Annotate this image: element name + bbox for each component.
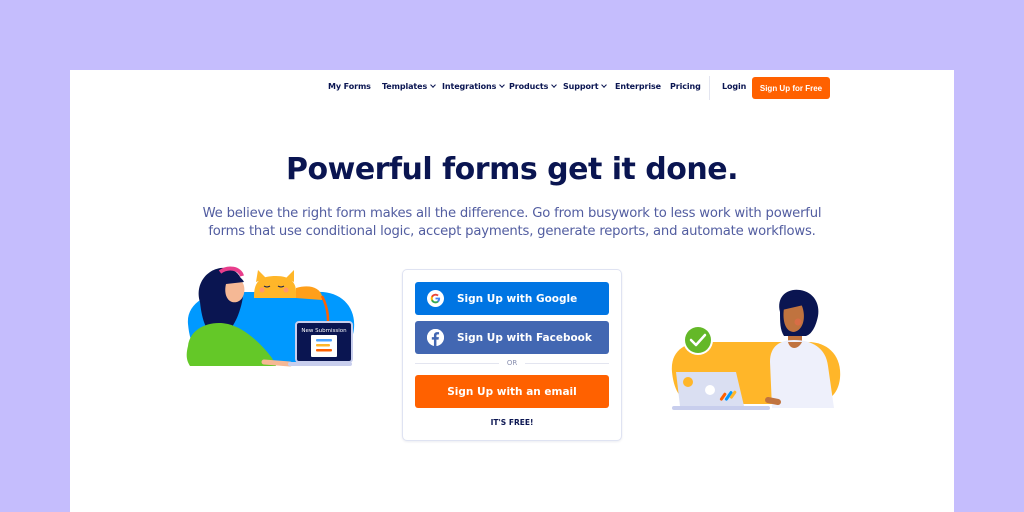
nav-integrations[interactable]: Integrations — [442, 82, 506, 91]
page-panel: My Forms Templates Integrations Products… — [70, 70, 954, 512]
laptop-screen-label: New Submission — [301, 328, 347, 334]
nav-divider — [709, 76, 710, 100]
or-separator: OR — [415, 358, 609, 368]
google-icon — [427, 290, 444, 307]
hero-subtitle-line: We believe the right form makes all the … — [202, 206, 822, 221]
chevron-down-icon — [601, 82, 608, 88]
signup-google-button[interactable]: Sign Up with Google — [415, 282, 609, 315]
chevron-down-icon — [551, 82, 558, 88]
nav-enterprise[interactable]: Enterprise — [615, 82, 661, 91]
hero-title: Powerful forms get it done. — [286, 152, 738, 187]
chevron-down-icon — [430, 82, 436, 88]
facebook-icon — [427, 329, 444, 346]
check-circle-icon — [683, 325, 713, 355]
or-label: OR — [506, 359, 518, 367]
nav-pricing[interactable]: Pricing — [670, 82, 701, 91]
left-illustration: New Submission — [186, 266, 355, 367]
nav-label: Integrations — [442, 82, 497, 91]
free-note: IT'S FREE! — [490, 418, 534, 427]
nav-label: Enterprise — [615, 82, 661, 91]
signup-facebook-label: Sign Up with Facebook — [457, 331, 592, 344]
chevron-down-icon — [499, 82, 506, 88]
cat-sticker — [683, 377, 693, 387]
signup-free-button[interactable]: Sign Up for Free — [752, 77, 830, 99]
laptop-illustration: New Submission — [288, 321, 353, 366]
signup-google-label: Sign Up with Google — [457, 292, 578, 305]
signup-email-button[interactable]: Sign Up with an email — [415, 375, 609, 408]
top-nav: My Forms Templates Integrations Products… — [70, 76, 954, 100]
nav-label: My Forms — [328, 82, 371, 91]
nav-my-forms[interactable]: My Forms — [328, 82, 371, 91]
right-illustration — [671, 289, 841, 410]
login-link[interactable]: Login — [722, 82, 746, 91]
signup-facebook-button[interactable]: Sign Up with Facebook — [415, 321, 609, 354]
divider — [525, 362, 609, 364]
apple-logo — [705, 385, 715, 395]
hero-subtitle-line: forms that use conditional logic, accept… — [208, 224, 816, 239]
nav-label: Pricing — [670, 82, 701, 91]
nav-label: Support — [563, 82, 599, 91]
nav-label: Products — [509, 82, 549, 91]
nav-templates[interactable]: Templates — [382, 82, 436, 91]
signup-card: Sign Up with Google Sign Up with Faceboo… — [402, 269, 622, 441]
nav-label: Templates — [382, 82, 428, 91]
hero-subtitle: We believe the right form makes all the … — [70, 205, 954, 241]
nav-products[interactable]: Products — [509, 82, 558, 91]
nav-support[interactable]: Support — [563, 82, 608, 91]
divider — [415, 362, 499, 364]
